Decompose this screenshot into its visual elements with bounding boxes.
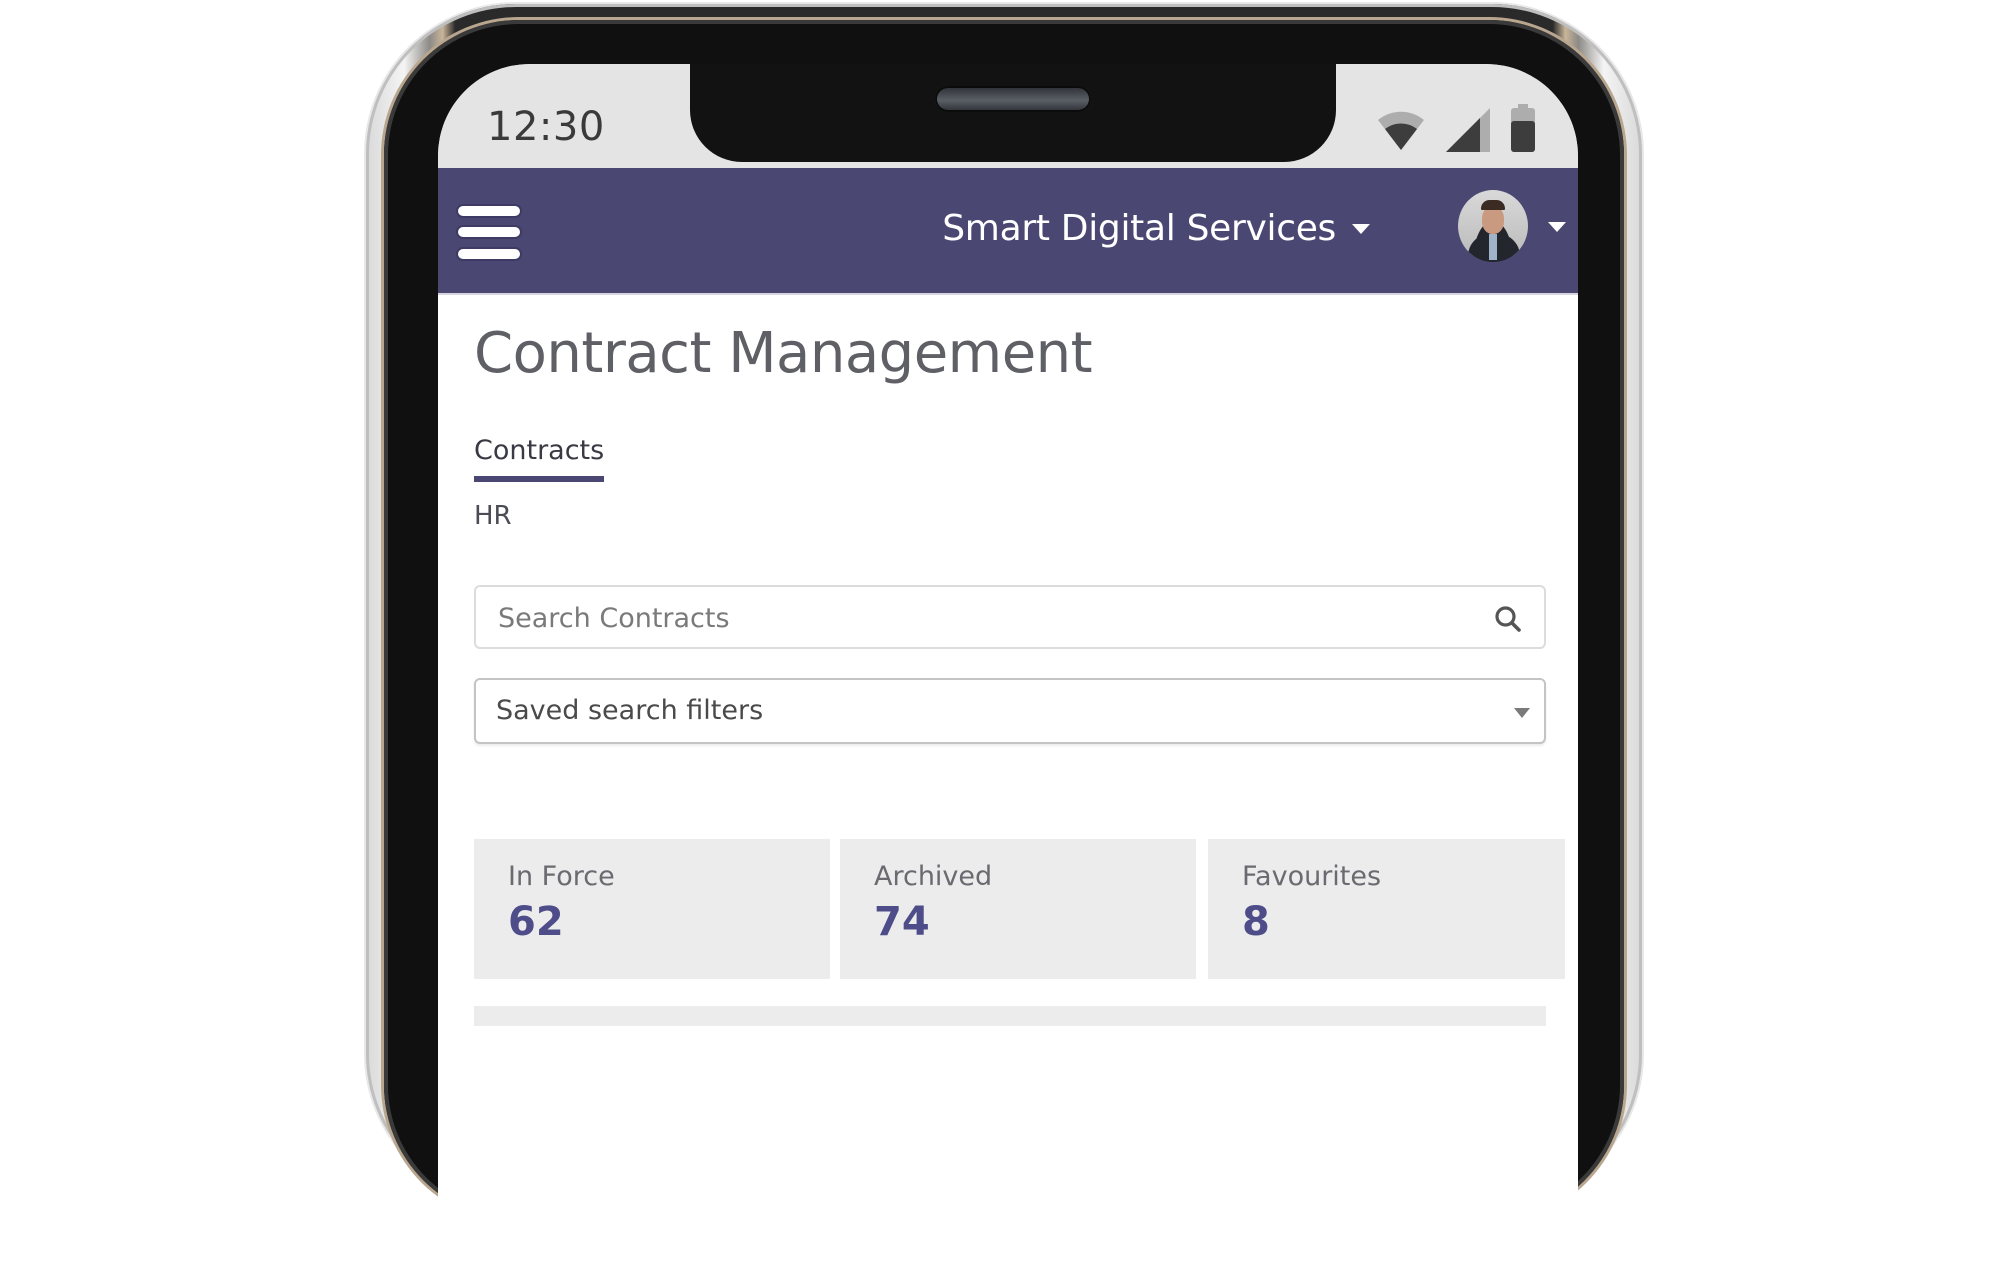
stats-cards: In Force 62 Archived 74 Favourites 8: [474, 839, 1566, 979]
organization-switcher[interactable]: Smart Digital Services: [942, 208, 1370, 249]
app-header: Smart Digital Services: [438, 168, 1578, 295]
user-menu-caret-icon[interactable]: [1548, 222, 1566, 232]
status-icons: [1376, 104, 1536, 152]
caret-down-icon: [1352, 223, 1370, 234]
page-title: Contract Management: [474, 321, 1093, 386]
menu-line: [458, 206, 520, 216]
department-label: HR: [474, 501, 512, 531]
search-box: [474, 585, 1546, 649]
stat-label: In Force: [508, 861, 615, 892]
hamburger-menu-icon[interactable]: [458, 206, 520, 260]
search-icon[interactable]: [1494, 605, 1522, 633]
stat-card-in-force[interactable]: In Force 62: [474, 839, 830, 979]
avatar-face: [1482, 206, 1504, 234]
stat-card-archived[interactable]: Archived 74: [840, 839, 1196, 979]
tab-contracts[interactable]: Contracts: [474, 435, 605, 482]
wifi-icon: [1378, 111, 1424, 150]
saved-search-filters-value: Saved search filters: [496, 695, 764, 726]
menu-line: [458, 249, 520, 259]
status-time: 12:30: [487, 104, 605, 150]
user-avatar[interactable]: [1458, 190, 1528, 262]
stat-value: 62: [508, 899, 564, 945]
avatar-hair: [1481, 200, 1505, 210]
phone-screen: 12:30 Smart Digital Services Contract Ma…: [438, 64, 1578, 1264]
stat-card-favourites[interactable]: Favourites 8: [1208, 839, 1565, 979]
status-bar: 12:30: [438, 64, 1578, 168]
cellular-signal-icon: [1446, 108, 1490, 152]
stat-label: Favourites: [1242, 861, 1382, 892]
caret-down-icon: [1514, 708, 1530, 718]
next-section-bar: [474, 1006, 1546, 1026]
notch: [690, 64, 1336, 162]
stat-value: 74: [874, 899, 930, 945]
organization-name: Smart Digital Services: [942, 208, 1336, 249]
stat-label: Archived: [874, 861, 993, 892]
menu-line: [458, 227, 520, 237]
battery-icon: [1511, 104, 1535, 152]
saved-search-filters-select[interactable]: Saved search filters: [474, 678, 1546, 744]
avatar-shirt: [1489, 234, 1497, 260]
stat-value: 8: [1242, 899, 1270, 945]
search-input[interactable]: [496, 587, 1460, 649]
speaker-grille: [935, 86, 1091, 112]
